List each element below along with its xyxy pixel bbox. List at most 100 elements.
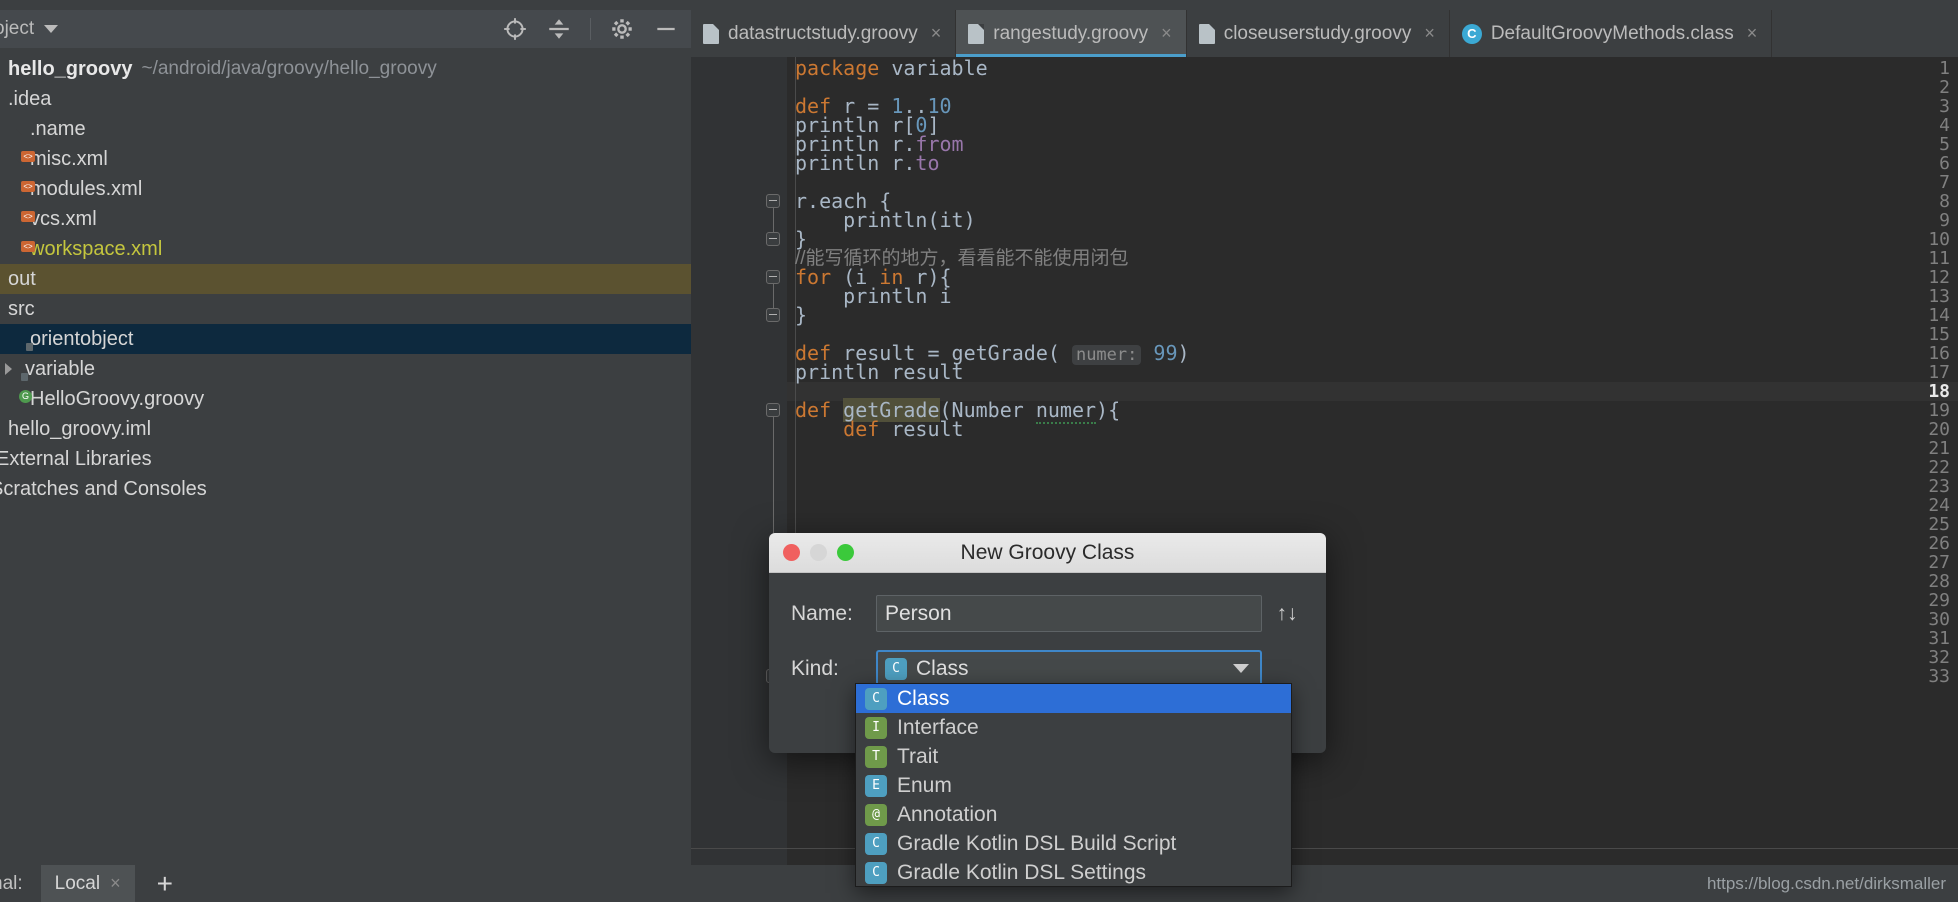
- name-label: Name:: [791, 601, 853, 625]
- tree-item-variable[interactable]: variable: [0, 354, 691, 384]
- fold-marker[interactable]: [766, 270, 780, 284]
- close-icon[interactable]: ×: [931, 23, 942, 44]
- project-panel-toolbar: [502, 10, 679, 48]
- dropdown-option-enum[interactable]: E Enum: [856, 771, 1291, 800]
- chevron-down-icon[interactable]: [1233, 664, 1249, 673]
- class-badge-icon: C: [865, 687, 887, 710]
- trait-badge-icon: T: [865, 745, 887, 768]
- kind-selected-value: Class: [916, 656, 969, 680]
- toolbar-divider: [590, 18, 591, 40]
- tree-item-vcs-xml[interactable]: <> vcs.xml: [0, 204, 691, 234]
- tree-item-label: src: [8, 297, 35, 320]
- tab-label: rangestudy.groovy: [993, 22, 1149, 44]
- close-icon[interactable]: ×: [1161, 23, 1172, 44]
- class-name-input[interactable]: [876, 595, 1262, 632]
- name-row: Name: ↑↓: [791, 595, 1304, 632]
- tree-item-modules-xml[interactable]: <> modules.xml: [0, 174, 691, 204]
- close-icon[interactable]: ×: [1424, 23, 1435, 44]
- editor-tab-datastructstudy[interactable]: datastructstudy.groovy ×: [691, 10, 957, 57]
- close-icon[interactable]: ×: [110, 873, 121, 894]
- tree-item-label: .name: [30, 117, 86, 140]
- fold-region-line: [773, 208, 774, 232]
- tree-item-workspace-xml[interactable]: <> workspace.xml: [0, 234, 691, 264]
- tree-item-label: .idea: [8, 87, 52, 110]
- terminal-tool-window-strip: nal: Local × +: [0, 865, 173, 902]
- dropdown-option-label: Interface: [897, 715, 979, 739]
- tree-item-idea[interactable]: .idea: [0, 84, 691, 114]
- collapse-all-icon[interactable]: [546, 16, 572, 42]
- gear-icon[interactable]: [609, 16, 635, 42]
- project-panel-title: oject: [0, 18, 35, 39]
- dropdown-option-trait[interactable]: T Trait: [856, 742, 1291, 771]
- tree-item-label: misc.xml: [30, 147, 108, 170]
- editor-tab-defaultgroovymethods[interactable]: C DefaultGroovyMethods.class ×: [1450, 10, 1773, 57]
- groovy-file-icon: [968, 23, 985, 44]
- kind-label: Kind:: [791, 656, 839, 680]
- tree-item-label: vcs.xml: [30, 207, 97, 230]
- tree-item-orientobject[interactable]: orientobject: [0, 324, 691, 354]
- fold-marker[interactable]: [766, 308, 780, 322]
- tree-item-external-libraries[interactable]: External Libraries: [0, 444, 691, 474]
- editor-tab-rangestudy[interactable]: rangestudy.groovy ×: [956, 10, 1187, 57]
- enum-badge-icon: E: [865, 774, 887, 797]
- kind-combobox[interactable]: C Class: [876, 650, 1262, 687]
- editor-tab-closeuserstudy[interactable]: closeuserstudy.groovy ×: [1187, 10, 1450, 57]
- terminal-tab-label: Local: [54, 872, 101, 894]
- terminal-tab-local[interactable]: Local ×: [40, 865, 135, 902]
- class-badge-icon: C: [865, 832, 887, 855]
- tree-item-hellogroovy[interactable]: G HelloGroovy.groovy: [0, 384, 691, 414]
- watermark-text: https://blog.csdn.net/dirksmaller: [1706, 873, 1946, 893]
- add-terminal-button[interactable]: +: [157, 869, 173, 898]
- dropdown-option-gradle-settings[interactable]: C Gradle Kotlin DSL Settings: [856, 858, 1291, 887]
- dialog-title: New Groovy Class: [960, 540, 1135, 564]
- editor-tabbar: datastructstudy.groovy × rangestudy.groo…: [691, 10, 1958, 57]
- project-path: ~/android/java/groovy/hello_groovy: [141, 58, 437, 79]
- groovy-file-icon: [1198, 23, 1215, 44]
- tree-item-src[interactable]: src: [0, 294, 691, 324]
- tree-item-misc-xml[interactable]: <> misc.xml: [0, 144, 691, 174]
- class-badge-icon: C: [865, 861, 887, 884]
- dropdown-option-annotation[interactable]: @ Annotation: [856, 800, 1291, 829]
- close-icon[interactable]: ×: [1747, 23, 1758, 44]
- tree-item-label: variable: [25, 357, 96, 380]
- locate-icon[interactable]: [502, 16, 528, 42]
- fold-marker[interactable]: [766, 403, 780, 417]
- tab-label: closeuserstudy.groovy: [1223, 22, 1412, 44]
- dropdown-option-interface[interactable]: I Interface: [856, 713, 1291, 742]
- project-panel-header: oject: [0, 10, 691, 48]
- tree-item-label: orientobject: [30, 327, 134, 350]
- dropdown-option-gradle-build-script[interactable]: C Gradle Kotlin DSL Build Script: [856, 829, 1291, 858]
- expand-arrow-icon[interactable]: [5, 363, 12, 375]
- dialog-titlebar[interactable]: New Groovy Class: [769, 533, 1326, 573]
- tree-item-hello_groovy[interactable]: hello_groovy ~/android/java/groovy/hello…: [0, 54, 691, 84]
- ide-window: oject hello_: [0, 0, 1958, 902]
- interface-badge-icon: I: [865, 716, 887, 739]
- tree-item-label: External Libraries: [0, 447, 152, 470]
- minimize-icon[interactable]: [653, 16, 679, 42]
- dropdown-option-label: Enum: [897, 773, 952, 797]
- kind-row: Kind: C Class: [791, 650, 1304, 687]
- chevron-down-icon[interactable]: [44, 25, 59, 33]
- kind-dropdown-list[interactable]: C Class I Interface T Trait E Enum @ Ann…: [855, 683, 1292, 887]
- tree-item-label: Scratches and Consoles: [0, 477, 207, 500]
- dropdown-option-label: Trait: [897, 744, 939, 768]
- tree-item-out[interactable]: out: [0, 264, 691, 294]
- fold-marker[interactable]: [766, 194, 780, 208]
- tree-item-iml[interactable]: hello_groovy.iml: [0, 414, 691, 444]
- dropdown-option-label: Gradle Kotlin DSL Build Script: [897, 831, 1177, 855]
- class-badge-icon: C: [885, 657, 907, 680]
- tab-label: datastructstudy.groovy: [728, 22, 918, 44]
- dropdown-option-class[interactable]: C Class: [856, 684, 1291, 713]
- groovy-file-icon: [703, 23, 719, 44]
- fold-region-line: [773, 284, 774, 308]
- dropdown-option-label: Gradle Kotlin DSL Settings: [897, 860, 1147, 884]
- line-number-gutter: [691, 57, 763, 865]
- terminal-label: nal:: [0, 872, 23, 894]
- project-tree: hello_groovy ~/android/java/groovy/hello…: [0, 48, 691, 504]
- annotation-badge-icon: @: [865, 803, 887, 826]
- class-file-icon: C: [1461, 23, 1482, 44]
- fold-marker[interactable]: [766, 232, 780, 246]
- tree-item-scratches[interactable]: Scratches and Consoles: [0, 474, 691, 504]
- tree-item-name-file[interactable]: .name: [0, 114, 691, 144]
- swap-icon[interactable]: ↑↓: [1270, 602, 1304, 626]
